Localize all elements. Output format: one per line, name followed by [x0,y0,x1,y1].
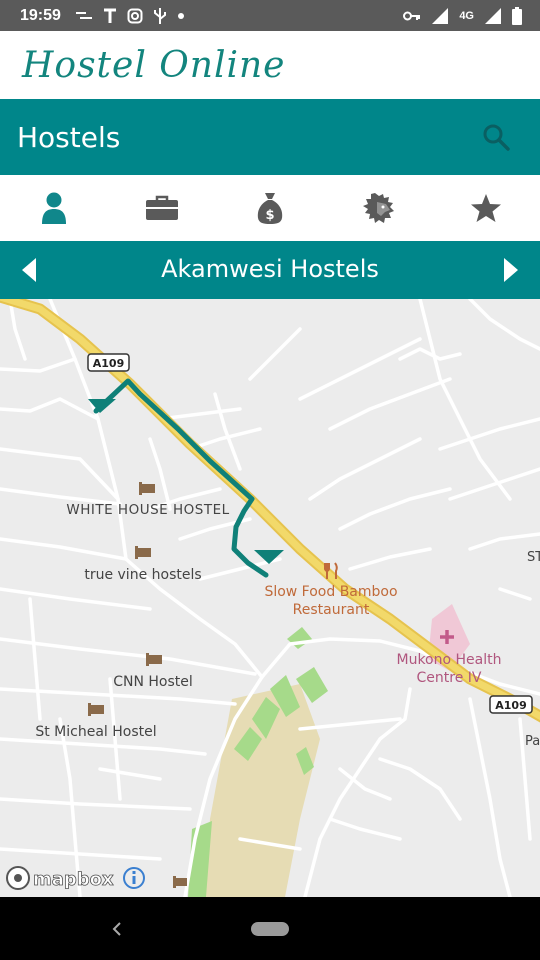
a109-shield-right: A109 [489,695,533,714]
mapbox-logo[interactable]: mapbox [6,866,114,890]
label-st-micheal-hostel: St Micheal Hostel [35,724,156,740]
label-white-house-hostel: WHITE HOUSE HOSTEL [66,502,229,518]
next-arrow-icon[interactable] [502,257,520,283]
toolbar: Hostels [0,99,540,175]
lion-icon [363,193,394,223]
tab-lion[interactable] [324,175,432,241]
battery-icon [512,6,522,25]
page-title: Hostels [17,121,121,154]
status-time: 19:59 [20,6,61,24]
signal-icon [432,7,449,24]
label-edge-st: ST [527,550,540,565]
svg-text:A109: A109 [495,699,526,712]
person-icon [42,192,66,224]
label-slow-food-line2: Restaurant [293,602,370,618]
label-slow-food-line1: Slow Food Bamboo [264,584,397,600]
label-edge-pa: Pa [525,734,540,749]
back-icon[interactable] [110,920,124,938]
sms-icon [75,11,92,19]
label-mukono-line1: Mukono Health [397,652,502,668]
brand-header: Hostel Online [0,31,540,99]
svg-text:mapbox: mapbox [33,869,114,890]
star-icon [471,194,501,222]
current-hostel-name: Akamwesi Hostels [161,255,379,283]
tab-money[interactable]: $ [216,175,324,241]
search-icon[interactable] [482,123,510,151]
category-tabs: $ [0,175,540,241]
text-t-icon [103,8,116,23]
svg-text:A109: A109 [93,357,124,370]
signal-4g-icon [485,7,501,24]
label-cnn-hostel: CNN Hostel [113,674,193,690]
status-bar: 19:59 4G [0,0,540,31]
instagram-icon [127,8,143,23]
briefcase-icon [146,195,178,220]
network-type: 4G [459,9,474,22]
a109-shield-top: A109 [87,353,130,372]
app-title: Hostel Online [22,45,286,86]
label-true-vine-hostels: true vine hostels [84,567,201,583]
tab-star[interactable] [432,175,540,241]
label-mukono-line2: Centre IV [417,670,482,686]
system-nav-bar [0,897,540,960]
svg-text:$: $ [265,208,274,223]
map-view[interactable]: A109 A109 WHITE HOUSE HOSTEL true vine h… [0,299,540,897]
hostel-selector: Akamwesi Hostels [0,241,540,299]
usb-icon [153,7,166,24]
tab-briefcase[interactable] [108,175,216,241]
home-pill[interactable] [251,922,289,936]
map-canvas: A109 A109 WHITE HOUSE HOSTEL true vine h… [0,299,540,897]
key-icon [403,11,421,20]
tab-person[interactable] [0,175,108,241]
money-bag-icon: $ [257,193,283,224]
dot-icon [177,12,184,19]
